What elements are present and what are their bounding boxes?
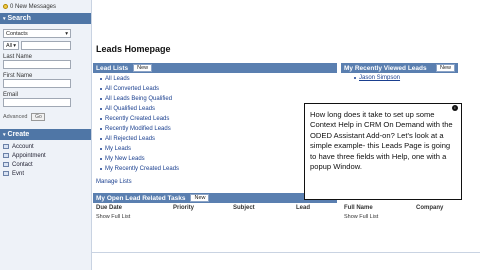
list-item[interactable]: My Leads: [100, 144, 179, 154]
column-full-name[interactable]: Full Name: [344, 205, 416, 211]
appointment-icon: [3, 153, 9, 158]
contact-icon: [3, 162, 9, 167]
go-button[interactable]: Go: [31, 113, 46, 121]
bullet-icon: [100, 98, 102, 100]
column-priority[interactable]: Priority: [173, 205, 233, 211]
bullet-icon: [100, 78, 102, 80]
lead-lists-title: Lead Lists: [96, 64, 129, 72]
create-item-label: Appointment: [12, 152, 46, 159]
create-list: Account Appointment Contact Evnt: [0, 140, 91, 180]
create-item-event[interactable]: Evnt: [3, 169, 88, 178]
open-tasks-title: My Open Lead Related Tasks: [96, 194, 186, 202]
messages-label: 0 New Messages: [10, 3, 57, 10]
list-item[interactable]: My Recently Created Leads: [100, 164, 179, 174]
bullet-icon: [100, 148, 102, 150]
bullet-icon: [100, 108, 102, 110]
manage-lists-link[interactable]: Manage Lists: [96, 179, 132, 185]
open-tasks-header: My Open Lead Related Tasks New: [93, 193, 337, 203]
sidebar: 0 New Messages ▾ Search Contacts ▾ All ▾…: [0, 0, 92, 270]
recent-lead-link[interactable]: Jason Simpson: [354, 75, 400, 81]
list-item-label: All Leads Being Qualified: [105, 96, 173, 102]
divider: [92, 252, 480, 253]
create-item-label: Account: [12, 143, 34, 150]
list-item[interactable]: All Leads: [100, 74, 179, 84]
lead-lists-header: Lead Lists New: [93, 63, 337, 73]
advanced-search-link[interactable]: Advanced: [3, 114, 27, 120]
new-lead-button[interactable]: New: [435, 64, 455, 72]
help-popup: i How long does it take to set up some C…: [304, 103, 462, 200]
list-item-label: Recently Modified Leads: [105, 126, 171, 132]
scope-select[interactable]: All ▾: [3, 41, 19, 50]
collapse-arrow-icon: ▾: [3, 131, 6, 138]
list-item[interactable]: Recently Modified Leads: [100, 124, 179, 134]
last-name-field[interactable]: [3, 60, 71, 69]
bullet-icon: [100, 138, 102, 140]
list-item-label: My Leads: [105, 146, 132, 152]
create-header-label: Create: [7, 131, 30, 138]
page-title: Leads Homepage: [96, 44, 171, 54]
event-icon: [3, 171, 9, 176]
bullet-icon: [354, 77, 356, 79]
list-item-label: All Leads: [105, 76, 130, 82]
message-icon: [3, 4, 8, 9]
search-header-label: Search: [7, 15, 31, 22]
new-lead-list-button[interactable]: New: [133, 64, 153, 72]
column-lead[interactable]: Lead: [296, 205, 344, 211]
scope-text-field[interactable]: [21, 41, 71, 50]
recently-viewed-header: My Recently Viewed Leads New: [341, 63, 458, 73]
right-column-headers: Lead Full Name Company: [296, 205, 476, 211]
list-item-label: Recently Created Leads: [105, 116, 170, 122]
list-item[interactable]: Recently Created Leads: [100, 114, 179, 124]
list-item[interactable]: All Leads Being Qualified: [100, 94, 179, 104]
tasks-show-full-list-link[interactable]: Show Full List: [96, 214, 130, 220]
column-company[interactable]: Company: [416, 205, 476, 211]
record-type-select[interactable]: Contacts ▾: [3, 29, 71, 38]
create-item-contact[interactable]: Contact: [3, 160, 88, 169]
account-icon: [3, 144, 9, 149]
list-item-label: All Qualified Leads: [105, 106, 156, 112]
bullet-icon: [100, 168, 102, 170]
bullet-icon: [100, 118, 102, 120]
email-field[interactable]: [3, 98, 71, 107]
list-item-label: My Recently Created Leads: [105, 166, 180, 172]
recent-lead-label: Jason Simpson: [359, 75, 401, 81]
help-popup-text: How long does it take to set up some Con…: [310, 110, 453, 172]
bullet-icon: [100, 128, 102, 130]
list-item-label: My New Leads: [105, 156, 145, 162]
create-item-account[interactable]: Account: [3, 142, 88, 151]
create-item-appointment[interactable]: Appointment: [3, 151, 88, 160]
messages-bar[interactable]: 0 New Messages: [0, 0, 91, 13]
list-item-label: All Converted Leads: [105, 86, 160, 92]
list-item[interactable]: All Rejected Leads: [100, 134, 179, 144]
list-item-label: All Rejected Leads: [105, 136, 156, 142]
list-item[interactable]: All Qualified Leads: [100, 104, 179, 114]
record-type-value: Contacts: [6, 30, 28, 37]
lead-lists: All Leads All Converted Leads All Leads …: [100, 74, 179, 174]
create-item-label: Evnt: [12, 170, 25, 177]
dropdown-icon: ▾: [13, 42, 16, 49]
info-icon[interactable]: i: [452, 105, 458, 111]
list-item[interactable]: My New Leads: [100, 154, 179, 164]
create-section-header[interactable]: ▾ Create: [0, 129, 91, 140]
new-task-button[interactable]: New: [190, 194, 210, 202]
dropdown-icon: ▾: [65, 30, 68, 37]
collapse-arrow-icon: ▾: [3, 15, 6, 22]
right-show-full-list-link[interactable]: Show Full List: [344, 214, 378, 220]
recently-viewed-title: My Recently Viewed Leads: [344, 64, 427, 72]
search-section-header[interactable]: ▾ Search: [0, 13, 91, 24]
bullet-icon: [100, 88, 102, 90]
bullet-icon: [100, 158, 102, 160]
column-due-date[interactable]: Due Date: [93, 205, 173, 211]
scope-value: All: [6, 42, 13, 49]
first-name-field[interactable]: [3, 79, 71, 88]
list-item[interactable]: All Converted Leads: [100, 84, 179, 94]
create-item-label: Contact: [12, 161, 33, 168]
search-panel: Contacts ▾ All ▾ Last Name First Name Em…: [0, 24, 91, 123]
